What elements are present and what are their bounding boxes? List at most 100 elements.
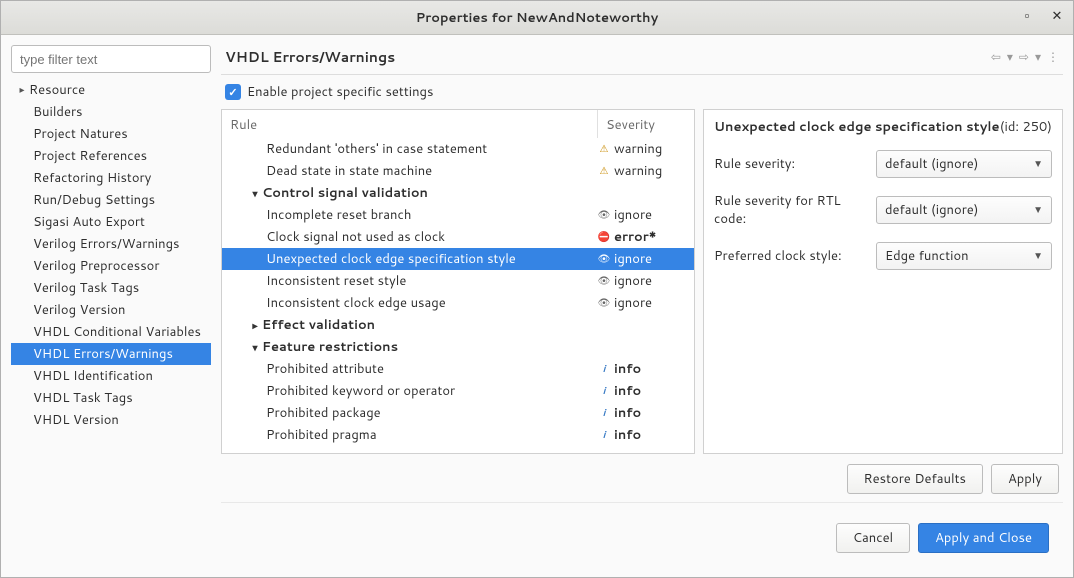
rule-severity: ⛔error* bbox=[598, 228, 694, 246]
enable-label: Enable project specific settings bbox=[247, 83, 433, 101]
severity-label: info bbox=[614, 382, 641, 400]
tree-item[interactable]: Run/Debug Settings bbox=[11, 189, 211, 211]
detail-field-label: Rule severity: bbox=[714, 155, 868, 173]
tree-item[interactable]: VHDL Version bbox=[11, 409, 211, 431]
detail-panel: Unexpected clock edge specification styl… bbox=[703, 109, 1063, 454]
ignore-icon: 👁 bbox=[598, 253, 610, 265]
detail-combo[interactable]: default (ignore)▼ bbox=[876, 150, 1052, 178]
severity-label: info bbox=[614, 360, 641, 378]
ignore-icon: 👁 bbox=[598, 209, 610, 221]
ignore-icon: 👁 bbox=[598, 297, 610, 309]
col-severity[interactable]: Severity bbox=[598, 110, 694, 138]
col-rule[interactable]: Rule bbox=[222, 110, 598, 138]
window-title: Properties for NewAndNoteworthy bbox=[416, 9, 659, 27]
rule-row[interactable]: Clock signal not used as clock⛔error* bbox=[222, 226, 694, 248]
rule-name-label: Incomplete reset branch bbox=[266, 206, 411, 224]
detail-id: (id: 250) bbox=[1000, 118, 1052, 136]
tree-item[interactable]: Refactoring History bbox=[11, 167, 211, 189]
detail-combo[interactable]: Edge function▼ bbox=[876, 242, 1052, 270]
rule-name-label: Prohibited package bbox=[266, 404, 381, 422]
enable-checkbox[interactable]: ✓ bbox=[225, 84, 241, 100]
rule-severity: iinfo bbox=[598, 404, 694, 422]
rule-name-label: Prohibited attribute bbox=[266, 360, 384, 378]
detail-title: Unexpected clock edge specification styl… bbox=[714, 118, 1000, 136]
severity-label: warning bbox=[614, 162, 662, 180]
info-icon: i bbox=[598, 385, 610, 397]
severity-label: warning bbox=[614, 140, 662, 158]
rules-header: Rule Severity bbox=[222, 110, 694, 138]
tree-item-label: Run/Debug Settings bbox=[33, 191, 155, 209]
maximize-icon[interactable]: ▫ bbox=[1017, 6, 1037, 26]
tree-item[interactable]: Project References bbox=[11, 145, 211, 167]
tree-item[interactable]: VHDL Errors/Warnings bbox=[11, 343, 211, 365]
detail-body: Rule severity:default (ignore)▼Rule seve… bbox=[704, 144, 1062, 276]
menu-icon[interactable]: ⋮ bbox=[1047, 48, 1059, 65]
chevron-right-icon[interactable]: ▸ bbox=[15, 83, 29, 97]
rule-row[interactable]: Redundant 'others' in case statement⚠war… bbox=[222, 138, 694, 160]
sidebar: ▸Resource Builders Project NaturesProject … bbox=[11, 45, 211, 567]
apply-and-close-button[interactable]: Apply and Close bbox=[918, 523, 1049, 553]
detail-field: Rule severity for RTL code: default (igno… bbox=[714, 192, 1052, 228]
tree-item-label: Resource bbox=[29, 81, 85, 99]
rule-name-label: Feature restrictions bbox=[262, 338, 398, 356]
forward-icon[interactable]: ⇨ bbox=[1019, 48, 1029, 65]
rule-row[interactable]: ▾Feature restrictions bbox=[222, 336, 694, 358]
category-tree[interactable]: ▸Resource Builders Project NaturesProject … bbox=[11, 79, 211, 567]
rule-row[interactable]: Inconsistent clock edge usage👁ignore bbox=[222, 292, 694, 314]
tree-item-label: Verilog Version bbox=[33, 301, 126, 319]
rule-row[interactable]: Prohibited package iinfo bbox=[222, 402, 694, 424]
rule-severity: ⚠ warning bbox=[598, 140, 694, 158]
content: ▸ResourceBuildersProject NaturesProject … bbox=[1, 35, 1073, 577]
rule-row[interactable]: Prohibited keyword or operatoriinfo bbox=[222, 380, 694, 402]
tree-item[interactable]: Verilog Version bbox=[11, 299, 211, 321]
properties-dialog: Properties for NewAndNoteworthy ▫ ✕ ▸Res… bbox=[0, 0, 1074, 578]
tree-item[interactable]: VHDL Identification bbox=[11, 365, 211, 387]
rule-row[interactable]: Prohibited attributeiinfo bbox=[222, 358, 694, 380]
tree-item[interactable]: Verilog Task Tags bbox=[11, 277, 211, 299]
rule-row[interactable]: Dead state in state machine⚠warning bbox=[222, 160, 694, 182]
detail-combo[interactable]: default (ignore)▼ bbox=[876, 196, 1052, 224]
tree-item[interactable]: Verilog Preprocessor bbox=[11, 255, 211, 277]
tree-item[interactable]: Verilog Errors/Warnings bbox=[11, 233, 211, 255]
tree-item[interactable]: ▸Resource bbox=[11, 79, 211, 101]
warning-icon: ⚠ bbox=[598, 143, 610, 155]
restore-defaults-button[interactable]: Restore Defaults bbox=[847, 464, 983, 494]
tables-row: Rule Severity Redundant 'others' in case… bbox=[221, 109, 1063, 454]
tree-item[interactable]: Builders bbox=[11, 101, 211, 123]
page-title: VHDL Errors/Warnings bbox=[225, 47, 395, 67]
rule-row[interactable]: Inconsistent reset style👁ignore bbox=[222, 270, 694, 292]
titlebar-buttons: ▫ ✕ bbox=[1017, 6, 1067, 26]
cancel-button[interactable]: Cancel bbox=[836, 523, 910, 553]
rules-body[interactable]: Redundant 'others' in case statement⚠war… bbox=[222, 138, 694, 453]
tree-item[interactable]: VHDL Task Tags bbox=[11, 387, 211, 409]
rule-row[interactable]: ▾Control signal validation bbox=[222, 182, 694, 204]
detail-field-label: Rule severity for RTL code: bbox=[714, 192, 868, 228]
apply-button[interactable]: Apply bbox=[991, 464, 1059, 494]
tree-item-label: Verilog Preprocessor bbox=[33, 257, 159, 275]
rule-name-label: Prohibited pragma bbox=[266, 426, 377, 444]
rule-row[interactable]: ▸Effect validation bbox=[222, 314, 694, 336]
tree-item[interactable]: Project Natures bbox=[11, 123, 211, 145]
info-icon: i bbox=[598, 429, 610, 441]
tree-item[interactable]: Sigasi Auto Export bbox=[11, 211, 211, 233]
back-menu-icon[interactable]: ▾ bbox=[1007, 48, 1013, 65]
chevron-down-icon[interactable]: ▾ bbox=[248, 341, 262, 355]
ignore-icon: 👁 bbox=[598, 275, 610, 287]
rule-row[interactable]: Incomplete reset branch 👁 ignore bbox=[222, 204, 694, 226]
rule-row[interactable]: Prohibited pragmaiinfo bbox=[222, 424, 694, 446]
detail-field-label: Preferred clock style: bbox=[714, 247, 868, 265]
chevron-down-icon[interactable]: ▾ bbox=[248, 187, 262, 201]
tree-item[interactable]: VHDL Conditional Variables bbox=[11, 321, 211, 343]
severity-label: ignore bbox=[614, 206, 652, 224]
tree-item-label: Builders bbox=[33, 103, 83, 121]
back-icon[interactable]: ⇦ bbox=[991, 48, 1001, 65]
rule-row[interactable]: Unexpected clock edge specification styl… bbox=[222, 248, 694, 270]
chevron-right-icon[interactable]: ▸ bbox=[248, 319, 262, 333]
forward-menu-icon[interactable]: ▾ bbox=[1035, 48, 1041, 65]
filter-input[interactable] bbox=[11, 45, 211, 73]
combo-value: Edge function bbox=[885, 247, 969, 265]
rule-severity: ⚠warning bbox=[598, 162, 694, 180]
rule-severity: 👁ignore bbox=[598, 272, 694, 290]
close-icon[interactable]: ✕ bbox=[1047, 6, 1067, 26]
nav-icons: ⇦ ▾ ⇨ ▾ ⋮ bbox=[991, 48, 1059, 65]
